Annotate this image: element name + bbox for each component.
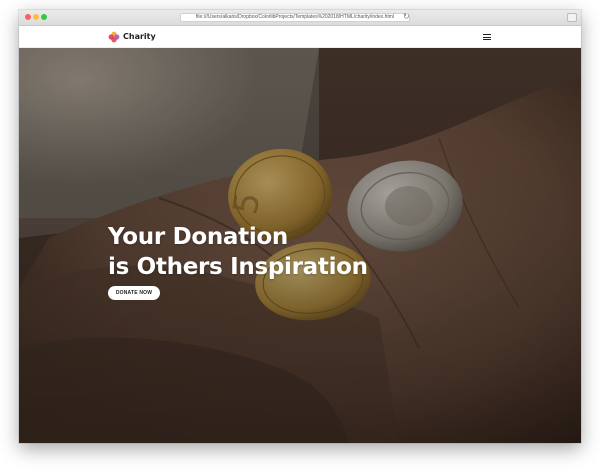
donate-now-button[interactable]: DONATE NOW bbox=[108, 286, 160, 300]
hero-title-line-2: is Others Inspiration bbox=[108, 254, 368, 280]
minimize-window-button[interactable] bbox=[33, 14, 39, 20]
close-window-button[interactable] bbox=[25, 14, 31, 20]
site-header: Charity bbox=[19, 26, 581, 48]
browser-window: file:///Users/alkaris/Dropbox/ColorlibPr… bbox=[19, 10, 581, 443]
maximize-window-button[interactable] bbox=[41, 14, 47, 20]
hero-section: 5 Your Donation is Others Inspiration DO… bbox=[19, 48, 581, 443]
browser-toolbar: file:///Users/alkaris/Dropbox/ColorlibPr… bbox=[19, 10, 581, 26]
hero-title-line-1: Your Donation bbox=[108, 224, 289, 250]
hero-title: Your Donation is Others Inspiration bbox=[108, 222, 368, 282]
browser-menu-button[interactable] bbox=[567, 13, 577, 22]
reload-icon[interactable]: ↻ bbox=[403, 12, 410, 22]
hamburger-menu-icon[interactable] bbox=[482, 32, 492, 42]
brand-name[interactable]: Charity bbox=[123, 31, 156, 43]
charity-logo-icon[interactable] bbox=[108, 31, 120, 43]
address-bar[interactable]: file:///Users/alkaris/Dropbox/ColorlibPr… bbox=[180, 13, 410, 22]
